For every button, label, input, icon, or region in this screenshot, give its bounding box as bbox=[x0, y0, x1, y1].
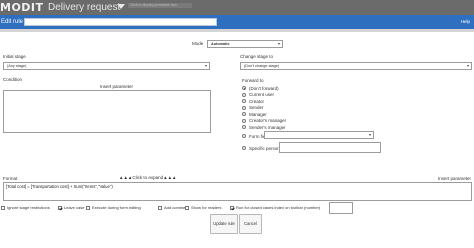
condition-label: Condition bbox=[3, 77, 23, 82]
help-link[interactable]: Help bbox=[461, 15, 470, 29]
forward-option-label: Specific person bbox=[249, 145, 280, 151]
app-logo: MODIT bbox=[0, 1, 44, 14]
initial-stage-select[interactable]: (Any stage) bbox=[3, 62, 210, 70]
expand-link[interactable]: ▲▲▲Click to expand▲▲▲ bbox=[119, 175, 177, 181]
number-input[interactable] bbox=[329, 202, 353, 214]
forward-radio-senders-manager[interactable] bbox=[242, 125, 246, 129]
edit-rule-label: Edit rule bbox=[1, 19, 24, 25]
change-stage-label: Change stage to bbox=[240, 54, 274, 59]
forward-radio-creator[interactable] bbox=[242, 99, 246, 103]
forward-option-label: Creator bbox=[249, 98, 265, 104]
checkbox-label: Ignore stage restrictions bbox=[7, 205, 50, 210]
forward-radio-form-field[interactable] bbox=[242, 134, 246, 138]
chevron-down-icon bbox=[467, 65, 469, 67]
procedure-doc-link[interactable]: Click to display procedure doc bbox=[128, 3, 192, 8]
execute-during-editing-checkbox[interactable] bbox=[86, 206, 90, 210]
forward-to-label: Forward to bbox=[242, 78, 264, 83]
forward-option-label: Sender bbox=[249, 105, 264, 110]
forward-option-label: Creator's manager bbox=[249, 118, 287, 123]
chevron-down-icon bbox=[205, 65, 207, 67]
update-rule-button[interactable]: Update rule bbox=[210, 214, 238, 234]
forward-radio-sender[interactable] bbox=[242, 105, 246, 110]
forward-radio-creators-manager[interactable] bbox=[242, 118, 246, 123]
format-textarea[interactable]: [Total cost] = [Transportation cost] + S… bbox=[3, 182, 472, 201]
change-stage-select[interactable]: (Don't change stage) bbox=[240, 62, 472, 70]
forward-option-label: Manager bbox=[249, 111, 267, 117]
checkbox-label: Show for readers bbox=[191, 205, 222, 210]
show-readers-checkbox[interactable] bbox=[185, 206, 189, 210]
form-field-select[interactable] bbox=[264, 131, 374, 139]
cancel-button[interactable]: Cancel bbox=[239, 214, 262, 234]
edit-rule-bar: Edit rule Help bbox=[0, 15, 474, 29]
checkbox-label: Leave case bbox=[64, 205, 85, 210]
forward-radio-current-user[interactable] bbox=[242, 92, 246, 97]
checkbox-label: Execute during form editing bbox=[92, 205, 141, 210]
forward-option-label: Current user bbox=[249, 92, 275, 97]
chevron-down-icon[interactable] bbox=[117, 4, 125, 9]
chevron-down-icon bbox=[278, 43, 280, 45]
ignore-stage-checkbox[interactable] bbox=[1, 206, 5, 210]
forward-radio-dont-forward[interactable] bbox=[242, 86, 246, 90]
leave-case-checkbox[interactable] bbox=[58, 206, 62, 210]
condition-textarea[interactable] bbox=[3, 90, 211, 133]
mode-select[interactable]: Automatic bbox=[207, 40, 283, 48]
initial-stage-label: Initial stage bbox=[3, 54, 26, 59]
forward-radio-manager[interactable] bbox=[242, 112, 246, 116]
run-closed-cases-checkbox[interactable] bbox=[230, 206, 234, 210]
add-comment-checkbox[interactable] bbox=[158, 206, 162, 210]
specific-person-input[interactable] bbox=[279, 142, 381, 153]
app-title[interactable]: Delivery request bbox=[48, 0, 120, 15]
rule-name-input[interactable] bbox=[24, 18, 217, 26]
forward-radio-specific-person[interactable] bbox=[242, 146, 246, 150]
forward-option-label: Sender's manager bbox=[249, 124, 286, 130]
app-header: MODIT Delivery request Click to display … bbox=[0, 0, 474, 15]
forward-option-label: (Don't forward) bbox=[249, 85, 279, 91]
chevron-down-icon bbox=[369, 134, 371, 136]
divider bbox=[0, 29, 474, 32]
checkbox-label: Run for closed cases index on toolbar (n… bbox=[236, 205, 321, 210]
mode-label: Mode bbox=[192, 41, 204, 46]
